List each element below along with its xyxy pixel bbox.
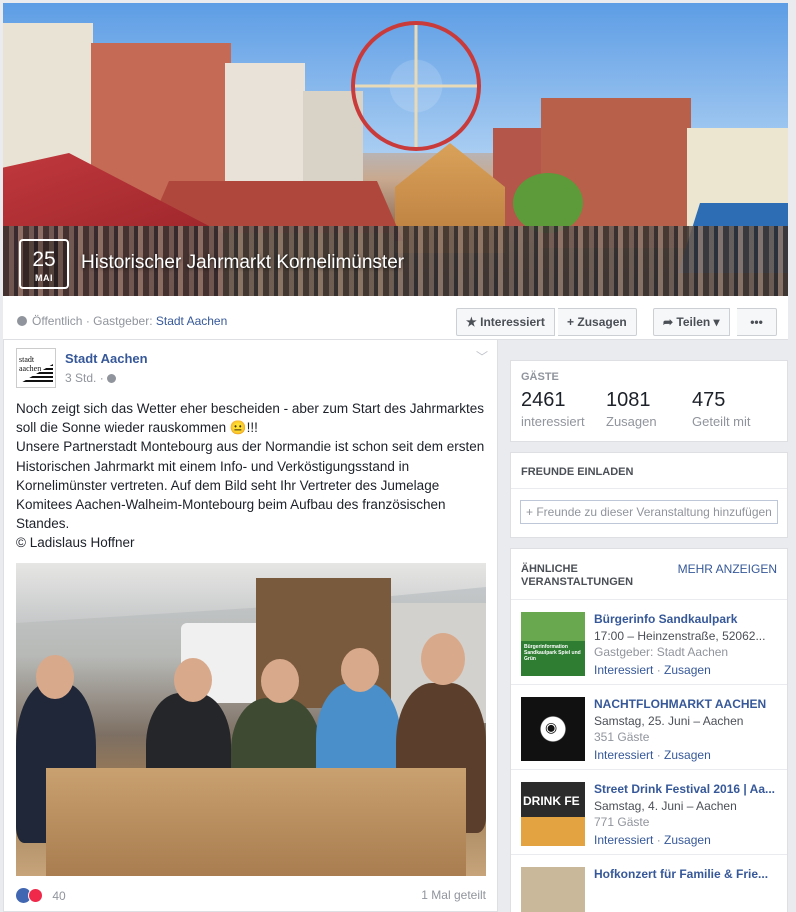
similar-going-link[interactable]: Zusagen	[664, 833, 711, 847]
photo-person-head	[261, 659, 299, 703]
globe-icon	[107, 374, 117, 383]
similar-interested-link[interactable]: Interessiert	[594, 748, 653, 762]
ferris-wheel	[351, 21, 481, 151]
event-thumbnail[interactable]: DRINK FE	[521, 782, 585, 846]
stat-value: 475	[692, 389, 726, 411]
invite-heading: FREUNDE EINLADEN	[521, 466, 634, 478]
photo-person-head	[421, 633, 465, 685]
similar-event-actions: Interessiert · Zusagen	[594, 833, 711, 847]
similar-going-link[interactable]: Zusagen	[664, 663, 711, 677]
stat-value: 2461	[521, 389, 566, 411]
share-arrow-icon: ➦	[663, 315, 674, 329]
post-body: Noch zeigt sich das Wetter eher bescheid…	[16, 399, 486, 553]
stat-label: Geteilt mit	[692, 414, 751, 429]
event-cover-photo[interactable]: 25 MAI Historischer Jahrmarkt Kornelimün…	[3, 3, 788, 296]
event-thumbnail[interactable]: ◉	[521, 697, 585, 761]
love-reaction-icon[interactable]	[28, 888, 43, 903]
event-action-bar: Öffentlich · Gastgeber: Stadt Aachen ★ I…	[3, 296, 788, 340]
guests-heading: GÄSTE	[521, 371, 559, 383]
thumbnail-text: Bürgerinformation Sandkaulpark Spiel und…	[524, 644, 581, 662]
photo-table	[46, 768, 466, 876]
author-avatar[interactable]: stadt aachen	[16, 348, 56, 388]
share-count[interactable]: 1 Mal geteilt	[421, 888, 486, 902]
post-footer: 40 1 Mal geteilt	[16, 888, 486, 903]
similar-event-item[interactable]: ◉ NACHTFLOHMARKT AACHEN Samstag, 25. Jun…	[511, 684, 787, 769]
post-text: Noch zeigt sich das Wetter eher bescheid…	[16, 401, 485, 551]
chevron-down-icon[interactable]: ﹀	[476, 348, 488, 365]
owl-icon: ◉	[545, 719, 558, 735]
cover-tree	[513, 173, 583, 233]
stat-label: Zusagen	[606, 414, 657, 429]
event-date-badge: 25 MAI	[19, 239, 69, 289]
host-link[interactable]: Stadt Aachen	[156, 314, 227, 328]
event-meta: Öffentlich · Gastgeber: Stadt Aachen	[17, 314, 227, 328]
stat-interested[interactable]: 2461 interessiert	[521, 389, 585, 429]
post-photo[interactable]	[16, 563, 486, 876]
share-button[interactable]: ➦ Teilen ▾	[653, 308, 730, 336]
interested-label: Interessiert	[480, 315, 545, 329]
reaction-count[interactable]: 40	[52, 889, 65, 903]
event-thumbnail[interactable]	[521, 867, 585, 912]
similar-event-item[interactable]: DRINK FE Street Drink Festival 2016 | Aa…	[511, 769, 787, 854]
similar-event-guests: 771 Gäste	[594, 815, 650, 829]
separator-dot: ·	[656, 833, 661, 847]
invite-friends-input[interactable]: + Freunde zu dieser Veranstaltung hinzuf…	[520, 500, 778, 524]
similar-event-title[interactable]: NACHTFLOHMARKT AACHEN	[594, 697, 779, 711]
similar-events-card: ÄHNLICHE VERANSTALTUNGEN MEHR ANZEIGEN B…	[510, 548, 788, 912]
post-time-text: 3 Std. ·	[65, 371, 104, 385]
similar-heading: ÄHNLICHE VERANSTALTUNGEN	[521, 563, 634, 588]
similar-event-title[interactable]: Street Drink Festival 2016 | Aa...	[594, 782, 779, 796]
similar-event-title[interactable]: Hofkonzert für Familie & Frie...	[594, 867, 779, 881]
similar-event-actions: Interessiert · Zusagen	[594, 748, 711, 762]
event-visibility: Öffentlich	[32, 314, 83, 328]
show-more-link[interactable]: MEHR ANZEIGEN	[678, 562, 777, 576]
similar-interested-link[interactable]: Interessiert	[594, 663, 653, 677]
post-author-link[interactable]: Stadt Aachen	[65, 351, 148, 366]
plus-icon: +	[567, 315, 575, 329]
stat-going[interactable]: 1081 Zusagen	[606, 389, 657, 429]
invite-friends-card: FREUNDE EINLADEN + Freunde zu dieser Ver…	[510, 452, 788, 538]
similar-event-title[interactable]: Bürgerinfo Sandkaulpark	[594, 612, 779, 626]
interested-button[interactable]: ★ Interessiert	[456, 308, 555, 336]
event-date-month: MAI	[35, 273, 53, 283]
photo-person-head	[174, 658, 212, 702]
host-prefix: · Gastgeber:	[85, 314, 153, 328]
thumbnail-text: DRINK FE	[523, 794, 580, 808]
share-label: Teilen	[676, 315, 711, 329]
separator-dot: ·	[656, 748, 661, 762]
stat-shared[interactable]: 475 Geteilt mit	[692, 389, 751, 429]
stat-value: 1081	[606, 389, 651, 411]
separator-dot: ·	[656, 663, 661, 677]
event-thumbnail[interactable]: Bürgerinformation Sandkaulpark Spiel und…	[521, 612, 585, 676]
globe-icon	[17, 316, 27, 326]
similar-event-time: Samstag, 4. Juni – Aachen	[594, 799, 737, 813]
post-timestamp[interactable]: 3 Std. ·	[65, 371, 121, 385]
star-icon: ★	[466, 315, 477, 329]
similar-event-time: Samstag, 25. Juni – Aachen	[594, 714, 744, 728]
similar-event-host: Gastgeber: Stadt Aachen	[594, 645, 729, 659]
similar-event-time: 17:00 – Heinzenstraße, 52062...	[594, 629, 766, 643]
caret-down-icon: ▾	[713, 315, 720, 329]
similar-event-item[interactable]: Hofkonzert für Familie & Frie...	[511, 854, 787, 912]
event-date-day: 25	[32, 248, 56, 271]
going-button[interactable]: + Zusagen	[558, 308, 637, 336]
guests-card: GÄSTE 2461 interessiert 1081 Zusagen 475…	[510, 360, 788, 442]
similar-event-item[interactable]: Bürgerinformation Sandkaulpark Spiel und…	[511, 599, 787, 684]
more-options-button[interactable]: •••	[737, 308, 777, 336]
photo-person-head	[341, 648, 379, 692]
photo-person-head	[36, 655, 74, 699]
stat-label: interessiert	[521, 414, 585, 429]
event-title: Historischer Jahrmarkt Kornelimünster	[81, 252, 405, 273]
similar-event-guests: 351 Gäste	[594, 730, 650, 744]
similar-event-actions: Interessiert · Zusagen	[594, 663, 711, 677]
similar-interested-link[interactable]: Interessiert	[594, 833, 653, 847]
going-label: Zusagen	[577, 315, 627, 329]
divider	[511, 488, 787, 489]
similar-going-link[interactable]: Zusagen	[664, 748, 711, 762]
post-card: stadt aachen Stadt Aachen 3 Std. · ﹀ Noc…	[3, 340, 498, 912]
